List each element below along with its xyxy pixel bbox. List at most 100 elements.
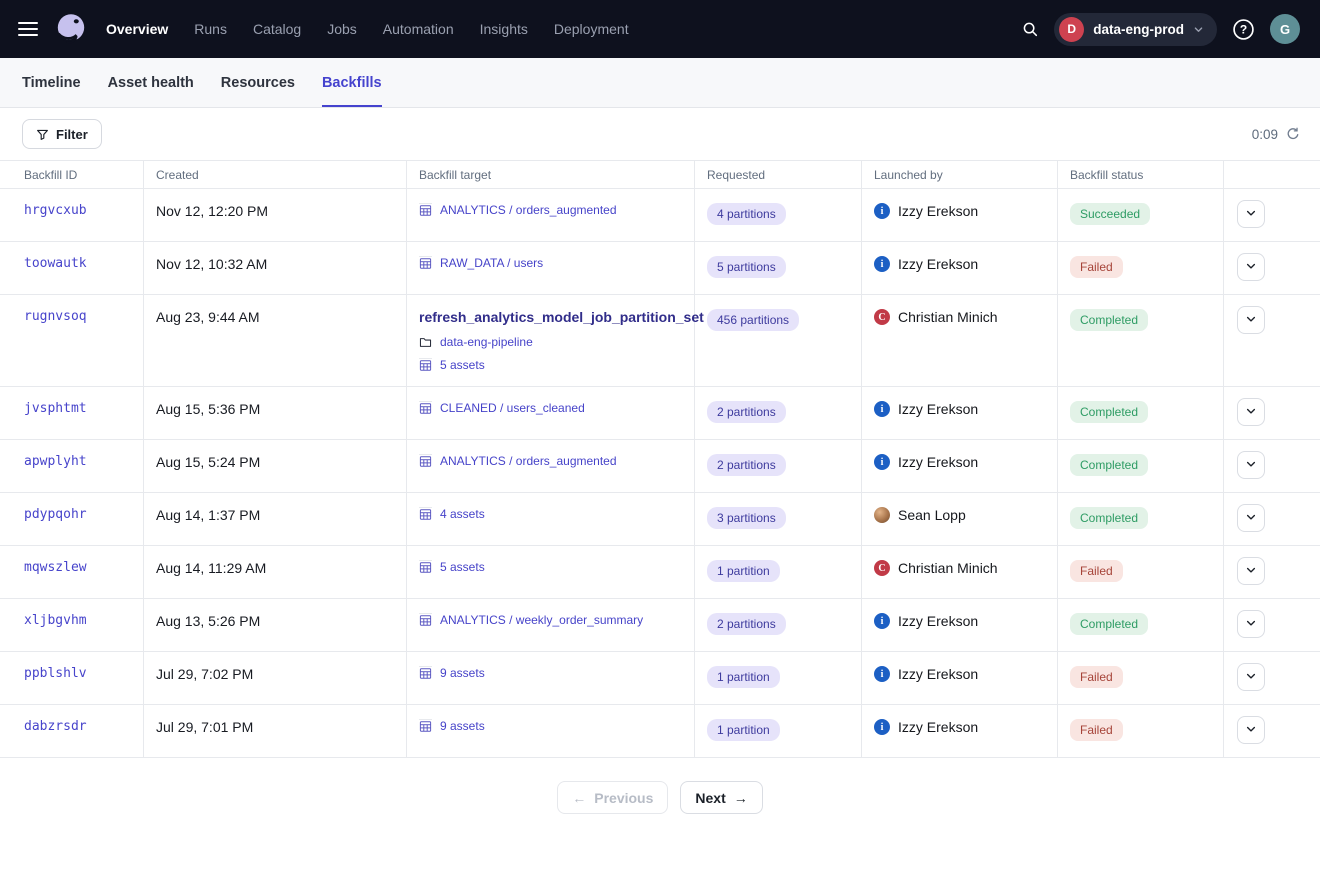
backfill-target-link[interactable]: 5 assets	[440, 560, 485, 574]
launched-by-cell: i Izzy Erekson	[862, 599, 1058, 651]
backfill-id-link[interactable]: rugnvsoq	[24, 309, 87, 324]
refresh-icon[interactable]	[1286, 127, 1300, 141]
backfill-id-link[interactable]: ppblshlv	[24, 666, 87, 681]
backfill-id-cell: rugnvsoq	[0, 295, 144, 386]
backfill-id-link[interactable]: apwplyht	[24, 454, 87, 469]
row-expand-button[interactable]	[1237, 504, 1265, 532]
nav-item-overview[interactable]: Overview	[106, 21, 168, 37]
tab-resources[interactable]: Resources	[221, 58, 295, 107]
primary-nav: Overview Runs Catalog Jobs Automation Insight…	[106, 21, 629, 37]
backfill-target-link[interactable]: 5 assets	[440, 358, 485, 372]
backfills-table: Backfill IDCreatedBackfill targetRequest…	[0, 160, 1320, 758]
previous-page-button[interactable]: ← Previous	[557, 781, 668, 814]
tab-timeline[interactable]: Timeline	[22, 58, 81, 107]
chevron-down-icon	[1245, 207, 1257, 222]
user-avatar-icon: i	[874, 613, 890, 629]
backfill-id-link[interactable]: toowautk	[24, 256, 87, 271]
chevron-down-icon	[1245, 313, 1257, 328]
help-icon[interactable]: ?	[1232, 18, 1255, 41]
target-line: 5 assets	[419, 358, 682, 372]
chevron-down-icon	[1245, 723, 1257, 738]
target-line: 4 assets	[419, 507, 682, 521]
deployment-switcher[interactable]: D data-eng-prod	[1054, 13, 1217, 46]
hamburger-menu-icon[interactable]	[18, 22, 38, 36]
backfill-id-link[interactable]: jvsphtmt	[24, 401, 87, 416]
row-expand-button[interactable]	[1237, 200, 1265, 228]
table-icon	[419, 358, 432, 372]
backfill-status-cell: Completed	[1058, 599, 1224, 651]
row-expand-button[interactable]	[1237, 451, 1265, 479]
row-expand-button[interactable]	[1237, 716, 1265, 744]
created-cell: Jul 29, 7:02 PM	[144, 652, 407, 704]
row-actions-cell	[1224, 652, 1320, 704]
target-line: RAW_DATA / users	[419, 256, 682, 270]
chevron-down-icon	[1245, 405, 1257, 420]
backfill-target-cell: ANALYTICS / orders_augmented	[407, 440, 695, 492]
table-icon	[419, 613, 432, 627]
nav-item-deployment[interactable]: Deployment	[554, 21, 629, 37]
folder-icon	[419, 336, 432, 349]
nav-item-catalog[interactable]: Catalog	[253, 21, 301, 37]
requested-cell: 2 partitions	[695, 387, 862, 439]
user-avatar-icon	[874, 507, 890, 523]
backfill-target-link[interactable]: ANALYTICS / weekly_order_summary	[440, 613, 643, 627]
user-avatar[interactable]: G	[1270, 14, 1300, 44]
table-row: dabzrsdrJul 29, 7:01 PM9 assets1 partiti…	[0, 705, 1320, 758]
backfill-id-link[interactable]: mqwszlew	[24, 560, 87, 575]
user: CChristian Minich	[874, 560, 1045, 576]
user: i Izzy Erekson	[874, 613, 1045, 629]
user-avatar-icon: i	[874, 401, 890, 417]
backfill-target-link[interactable]: ANALYTICS / orders_augmented	[440, 203, 617, 217]
backfill-target-job-link[interactable]: refresh_analytics_model_job_partition_se…	[419, 309, 682, 325]
user: iIzzy Erekson	[874, 454, 1045, 470]
backfill-target-cell: 4 assets	[407, 493, 695, 545]
filter-button[interactable]: Filter	[22, 119, 102, 149]
nav-item-runs[interactable]: Runs	[194, 21, 227, 37]
backfill-target-link[interactable]: RAW_DATA / users	[440, 256, 543, 270]
table-row: mqwszlewAug 14, 11:29 AM5 assets1 partit…	[0, 546, 1320, 599]
nav-item-automation[interactable]: Automation	[383, 21, 454, 37]
user: iIzzy Erekson	[874, 719, 1045, 735]
column-header: Backfill status	[1058, 161, 1224, 188]
row-expand-button[interactable]	[1237, 610, 1265, 638]
tab-backfills[interactable]: Backfills	[322, 58, 382, 107]
user-name: Christian Minich	[898, 560, 998, 576]
backfill-target-link[interactable]: 9 assets	[440, 666, 485, 680]
dagster-logo[interactable]	[54, 12, 88, 46]
tab-asset-health[interactable]: Asset health	[108, 58, 194, 107]
backfill-id-cell: xljbgvhm	[0, 599, 144, 651]
backfill-id-link[interactable]: hrgvcxub	[24, 203, 87, 218]
backfill-target-link[interactable]: 4 assets	[440, 507, 485, 521]
row-expand-button[interactable]	[1237, 557, 1265, 585]
table-row: jvsphtmtAug 15, 5:36 PMCLEANED / users_c…	[0, 387, 1320, 440]
search-icon[interactable]	[1021, 20, 1039, 38]
backfill-target-cell: ANALYTICS / orders_augmented	[407, 189, 695, 241]
table-row: apwplyhtAug 15, 5:24 PMANALYTICS / order…	[0, 440, 1320, 493]
nav-item-jobs[interactable]: Jobs	[327, 21, 357, 37]
backfill-target-link[interactable]: ANALYTICS / orders_augmented	[440, 454, 617, 468]
target-line: ANALYTICS / orders_augmented	[419, 454, 682, 468]
backfill-id-link[interactable]: xljbgvhm	[24, 613, 87, 628]
requested-cell: 3 partitions	[695, 493, 862, 545]
backfill-target-link[interactable]: data-eng-pipeline	[440, 335, 533, 349]
user-name: Izzy Erekson	[898, 613, 978, 629]
chevron-down-icon	[1245, 670, 1257, 685]
launched-by-cell: iIzzy Erekson	[862, 705, 1058, 757]
row-expand-button[interactable]	[1237, 398, 1265, 426]
column-header: Requested	[695, 161, 862, 188]
backfill-target-link[interactable]: CLEANED / users_cleaned	[440, 401, 585, 415]
table-icon	[419, 401, 432, 415]
row-expand-button[interactable]	[1237, 663, 1265, 691]
backfill-target-link[interactable]: 9 assets	[440, 719, 485, 733]
nav-item-insights[interactable]: Insights	[480, 21, 528, 37]
backfill-id-link[interactable]: dabzrsdr	[24, 719, 87, 734]
row-expand-button[interactable]	[1237, 253, 1265, 281]
next-page-button[interactable]: Next →	[680, 781, 762, 814]
backfill-id-link[interactable]: pdypqohr	[24, 507, 87, 522]
user: iIzzy Erekson	[874, 203, 1045, 219]
column-header: Backfill target	[407, 161, 695, 188]
requested-cell: 1 partition	[695, 546, 862, 598]
row-expand-button[interactable]	[1237, 306, 1265, 334]
deployment-name: data-eng-prod	[1093, 22, 1184, 37]
user: iIzzy Erekson	[874, 401, 1045, 417]
